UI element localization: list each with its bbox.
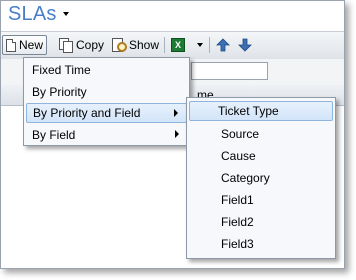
submenu-item-cause[interactable]: Cause	[189, 146, 333, 166]
submenu-item-category[interactable]: Category	[189, 168, 333, 188]
new-dropdown-menu: Fixed Time By Priority By Priority and F…	[23, 57, 190, 146]
toolbar-separator	[164, 37, 165, 53]
show-icon	[112, 38, 127, 52]
submenu-item-source[interactable]: Source	[189, 124, 333, 144]
submenu-item-label: Field1	[221, 193, 254, 207]
title-bar: SLAs	[1, 1, 344, 31]
move-up-button[interactable]	[213, 35, 233, 55]
new-button[interactable]: New	[2, 35, 48, 55]
new-button-label: New	[19, 38, 44, 52]
copy-button-label: Copy	[76, 38, 105, 52]
menu-item-label: By Priority	[32, 85, 87, 99]
submenu-item-field2[interactable]: Field2	[189, 212, 333, 232]
arrow-up-icon	[216, 38, 230, 52]
submenu-item-field3[interactable]: Field3	[189, 234, 333, 254]
toolbar-separator	[209, 37, 210, 53]
menu-item-label: By Priority and Field	[33, 106, 141, 120]
submenu-item-label: Source	[221, 127, 260, 141]
submenu-arrow-icon	[174, 109, 178, 117]
show-button-label: Show	[129, 38, 160, 52]
submenu-item-label: Field3	[221, 237, 254, 251]
move-down-button[interactable]	[235, 35, 255, 55]
excel-icon: X	[171, 38, 185, 52]
submenu-item-label: Field2	[221, 215, 254, 229]
chevron-down-icon	[197, 43, 203, 47]
submenu-item-label: Ticket Type	[218, 104, 279, 118]
submenu-item-field1[interactable]: Field1	[189, 190, 333, 210]
submenu-item-ticket-type[interactable]: Ticket Type	[189, 101, 333, 121]
menu-item-by-field[interactable]: By Field	[26, 125, 187, 145]
export-button[interactable]: X	[168, 35, 188, 55]
submenu-arrow-icon	[175, 130, 179, 138]
menu-item-label: By Field	[32, 128, 76, 142]
filter-input[interactable]	[191, 62, 268, 80]
submenu-item-label: Category	[221, 171, 270, 185]
menu-item-by-priority-and-field[interactable]: By Priority and Field	[26, 103, 187, 123]
new-document-icon	[6, 38, 16, 52]
page-title: SLAs	[8, 3, 57, 25]
menu-item-fixed-time[interactable]: Fixed Time	[26, 60, 187, 80]
title-dropdown-icon[interactable]	[63, 12, 69, 16]
menu-item-label: Fixed Time	[32, 63, 91, 77]
menu-item-by-priority[interactable]: By Priority	[26, 82, 187, 102]
toolbar: New Copy Show X	[1, 31, 344, 60]
arrow-down-icon	[238, 38, 252, 52]
show-button[interactable]: Show	[109, 35, 162, 55]
copy-icon	[59, 38, 73, 53]
field-submenu: Ticket Type Source Cause Category Field1…	[186, 97, 336, 259]
copy-button[interactable]: Copy	[56, 35, 107, 55]
submenu-item-label: Cause	[221, 149, 256, 163]
export-dropdown-button[interactable]	[194, 35, 206, 55]
